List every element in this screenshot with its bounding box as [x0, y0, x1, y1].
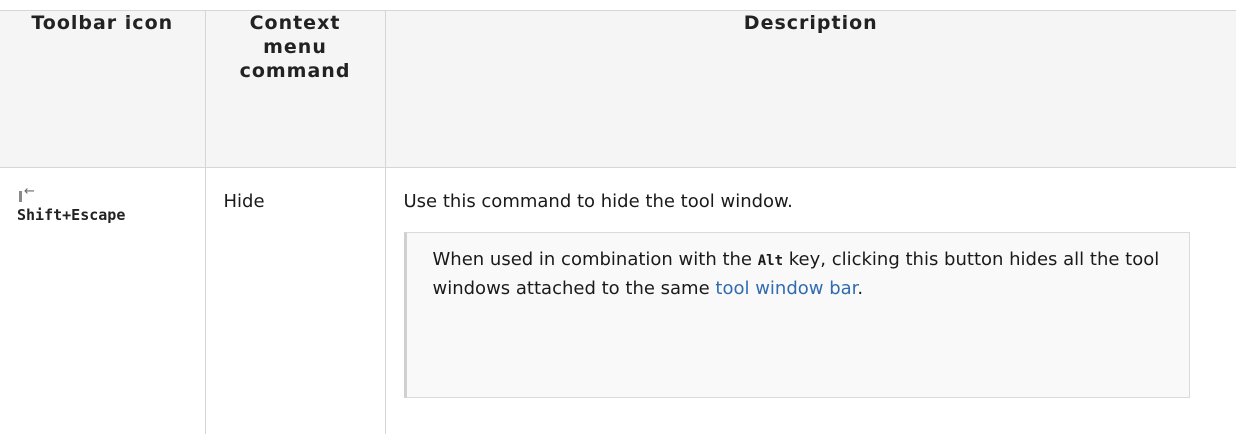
page: Toolbar icon Context menu command Descri…	[0, 0, 1236, 434]
context-menu-command-cell: Hide	[204, 167, 385, 434]
note-text-end: .	[857, 278, 864, 299]
tool-window-bar-link[interactable]: tool window bar	[715, 278, 857, 299]
header-description: Description	[384, 10, 1236, 168]
description-cell: Use this command to hide the tool window…	[384, 167, 1236, 434]
header-toolbar-icon: Toolbar icon	[0, 10, 205, 168]
table-header: Toolbar icon Context menu command Descri…	[0, 10, 1236, 168]
table-row: ← Shift+Escape Hide Use this command to …	[0, 167, 1236, 434]
alt-key-code: Alt	[757, 253, 784, 269]
toolbar-icon-cell: ← Shift+Escape	[0, 168, 205, 434]
table-body: ← Shift+Escape Hide Use this command to …	[0, 167, 1236, 434]
tool-window-commands-table: Toolbar icon Context menu command Descri…	[0, 10, 1236, 434]
description-text: Use this command to hide the tool window…	[403, 191, 793, 212]
note-text-start: When used in combination with the	[432, 249, 758, 270]
keyboard-shortcut: Shift+Escape	[17, 206, 126, 224]
command-label: Hide	[223, 191, 265, 212]
note-box: When used in combination with the Alt ke…	[403, 232, 1190, 398]
header-context-menu-command: Context menu command	[204, 10, 385, 168]
header-row: Toolbar icon Context menu command Descri…	[0, 10, 1236, 168]
hide-tool-window-icon: ←	[17, 185, 39, 204]
